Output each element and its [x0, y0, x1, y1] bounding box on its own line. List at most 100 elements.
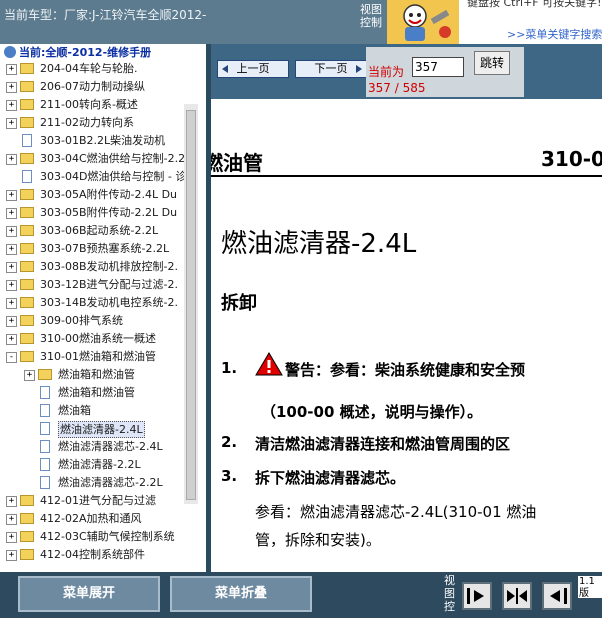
collapse-menu-button[interactable]: 菜单折叠 [170, 576, 312, 612]
tree-item-label: 412-01进气分配与过滤 [40, 494, 156, 507]
tree-item[interactable]: 燃油滤清器滤芯-2.4L [0, 438, 184, 456]
tree-item[interactable]: 燃油滤清器-2.2L [0, 456, 184, 474]
left-arrow-icon [222, 65, 228, 73]
expand-toggle-icon[interactable]: + [6, 100, 17, 111]
expand-toggle-icon[interactable]: + [6, 514, 17, 525]
expand-toggle-icon[interactable]: + [6, 118, 17, 129]
tree-item-label: 303-04C燃油供给与控制-2.2 [40, 152, 186, 165]
tree-item[interactable]: +204-04车轮与轮胎. [0, 60, 184, 78]
mascot-icon [387, 0, 459, 44]
document-icon [40, 440, 50, 453]
tree-item[interactable]: +211-00转向系-概述 [0, 96, 184, 114]
expand-toggle-icon[interactable]: + [6, 154, 17, 165]
collapse-toggle-icon[interactable]: - [6, 352, 17, 363]
tree-scrollbar-thumb[interactable] [186, 110, 196, 500]
document-icon [22, 134, 32, 147]
expand-toggle-icon[interactable]: + [6, 298, 17, 309]
tree-item[interactable]: +412-01进气分配与过滤 [0, 492, 184, 510]
tree-item[interactable]: 303-01B2.2L柴油发动机 [0, 132, 184, 150]
tip-panel: 键盘按 Ctrl+F 可按关键字! >>菜单关键字搜索>> [459, 0, 602, 44]
folder-icon [20, 81, 34, 92]
tree-item-label: 燃油滤清器滤芯-2.2L [58, 476, 163, 489]
tree-item-label: 206-07动力制动操纵 [40, 80, 145, 93]
mascot-logo [387, 0, 459, 44]
tree-item[interactable]: 燃油箱和燃油管 [0, 384, 184, 402]
expand-toggle-icon[interactable]: + [6, 190, 17, 201]
header-bar: 当前车型：厂家:J-江铃汽车全顺2012- 视图控制 键盘按 Ctrl+F 可按… [0, 0, 602, 44]
step-1-number: 1. [221, 359, 238, 377]
tree-item[interactable]: 燃油滤清器滤芯-2.2L [0, 474, 184, 492]
jump-button[interactable]: 跳转 [474, 51, 510, 75]
arrow-left-bar-icon [550, 588, 567, 604]
tree-item[interactable]: +412-02A加热和通风 [0, 510, 184, 528]
folder-icon [20, 333, 34, 344]
expand-toggle-icon[interactable]: + [6, 208, 17, 219]
tree-item-label: 211-00转向系-概述 [40, 98, 138, 111]
tree-item-label: 309-00排气系统 [40, 314, 123, 327]
next-page-button[interactable]: 下一页 [295, 60, 367, 78]
step-3-text: 拆下燃油滤清器滤芯。 [255, 469, 406, 487]
expand-toggle-icon[interactable]: + [6, 532, 17, 543]
view-left-button[interactable] [462, 582, 492, 610]
view-right-button[interactable] [542, 582, 572, 610]
folder-icon [20, 117, 34, 128]
header-rule [211, 175, 602, 177]
current-page-label: 当前为 [368, 65, 405, 79]
tree-item[interactable]: +303-08B发动机排放控制-2. [0, 258, 184, 276]
tree-item-label: 303-05A附件传动-2.4L Du [40, 188, 178, 201]
tree-item[interactable]: - 310-01燃油箱和燃油管 [0, 348, 184, 366]
tree-item[interactable]: +412-03C辅助气候控制系统 [0, 528, 184, 546]
tree-item-label: 303-12B进气分配与过滤-2. [40, 278, 178, 291]
tree-item[interactable]: +303-04C燃油供给与控制-2.2 [0, 150, 186, 168]
doc-title: 燃油滤清器-2.4L [221, 229, 417, 259]
tree-item-label: 303-07B预热塞系统-2.2L [40, 242, 170, 255]
view-split-button[interactable] [502, 582, 532, 610]
expand-toggle-icon[interactable]: + [6, 244, 17, 255]
folder-icon [20, 351, 34, 362]
expand-toggle-icon[interactable]: + [24, 370, 35, 381]
tree-item-label: 303-04D燃油供给与控制 - 诊 [40, 170, 187, 183]
folder-icon [20, 279, 34, 290]
tree-item[interactable]: +412-04控制系统部件 [0, 546, 184, 564]
expand-toggle-icon[interactable]: + [6, 82, 17, 93]
expand-toggle-icon[interactable]: + [6, 316, 17, 327]
folder-icon [20, 315, 34, 326]
document-viewer: 燃油管 310-01 燃油滤清器-2.4L 拆卸 1. 警告：参看：柴油系统健康… [211, 99, 602, 572]
tree-item[interactable]: +303-05A附件传动-2.4L Du [0, 186, 184, 204]
expand-toggle-icon[interactable]: + [6, 496, 17, 507]
page-number-input[interactable] [412, 57, 464, 77]
tree-item[interactable]: +310-00燃油系统一概述 [0, 330, 184, 348]
expand-toggle-icon[interactable]: + [6, 280, 17, 291]
tree-item[interactable]: +303-14B发动机电控系统-2. [0, 294, 184, 312]
tree-item[interactable]: +309-00排气系统 [0, 312, 184, 330]
expand-toggle-icon[interactable]: + [6, 262, 17, 273]
manual-tree-panel: 当前:全顺-2012-维修手册 +204-04车轮与轮胎. +206-07动力制动… [0, 44, 206, 572]
tree-item-label: 412-03C辅助气候控制系统 [40, 530, 175, 543]
tree-item[interactable]: 燃油箱 [0, 402, 184, 420]
tree-item[interactable]: +206-07动力制动操纵 [0, 78, 184, 96]
document-icon [40, 422, 50, 435]
tree-item[interactable]: +303-06B起动系统-2.2L [0, 222, 184, 240]
expand-toggle-icon[interactable]: + [6, 550, 17, 561]
tip-text: 键盘按 Ctrl+F 可按关键字! [467, 0, 602, 9]
folder-icon [20, 225, 34, 236]
tree-item-label: 燃油箱和燃油管 [58, 368, 135, 381]
tree-item[interactable]: +303-12B进气分配与过滤-2. [0, 276, 184, 294]
tree-item[interactable]: +211-02动力转向系 [0, 114, 184, 132]
expand-toggle-icon[interactable]: + [6, 334, 17, 345]
folder-icon [20, 189, 34, 200]
keyword-search-link[interactable]: >>菜单关键字搜索>> [507, 26, 602, 42]
tree-item[interactable]: +303-05B附件传动-2.2L Du [0, 204, 184, 222]
tree-item[interactable]: + 燃油箱和燃油管 [0, 366, 184, 384]
tree-item[interactable]: 303-04D燃油供给与控制 - 诊 [0, 168, 187, 186]
arrow-right-bar-icon [467, 588, 484, 604]
tree-item[interactable]: 燃油滤清器-2.4L [0, 420, 184, 438]
tree-item-label: 412-02A加热和通风 [40, 512, 142, 525]
expand-menu-button[interactable]: 菜单展开 [18, 576, 160, 612]
view-control-toggle[interactable]: 视图控制 [356, 3, 386, 29]
tree-item[interactable]: +303-07B预热塞系统-2.2L [0, 240, 184, 258]
expand-toggle-icon[interactable]: + [6, 64, 17, 75]
folder-icon [20, 99, 34, 110]
expand-toggle-icon[interactable]: + [6, 226, 17, 237]
prev-page-button[interactable]: 上一页 [217, 60, 289, 78]
